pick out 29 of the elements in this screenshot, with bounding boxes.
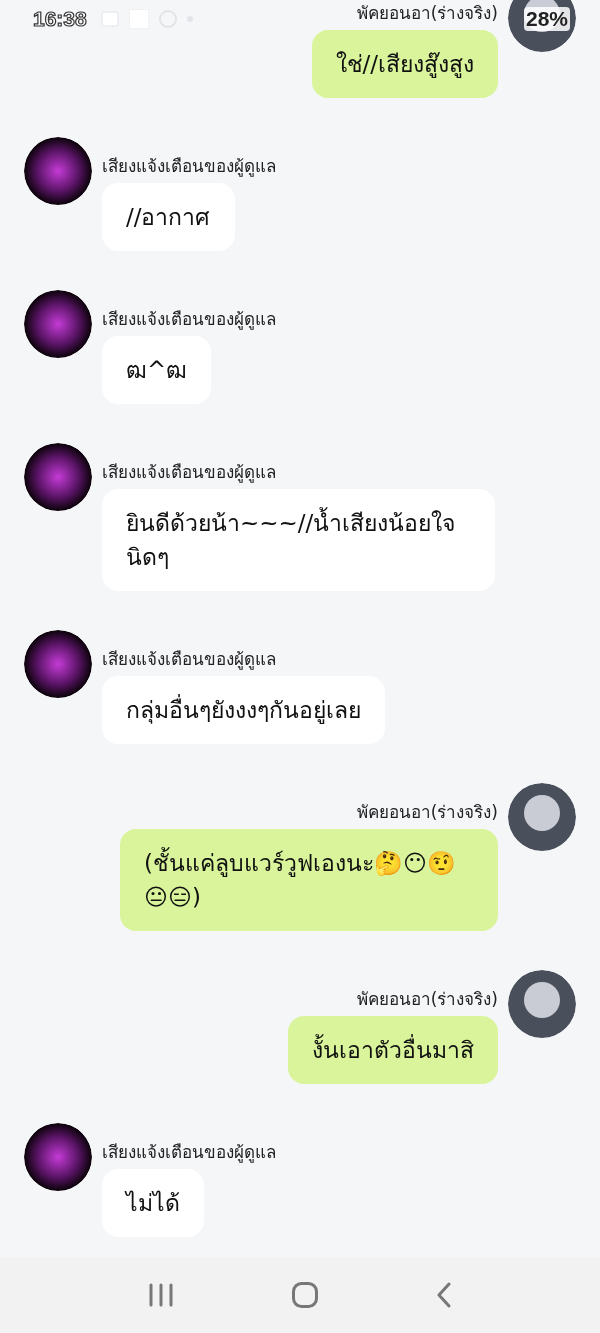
avatar[interactable] (508, 970, 576, 1038)
message-bubble: ใช่//เสียงสู๊งสูง (311, 30, 498, 98)
avatar[interactable] (24, 443, 92, 511)
avatar[interactable] (24, 290, 92, 358)
avatar[interactable] (24, 630, 92, 698)
sender-name: พัคยอนอา(ร่างจริง) (356, 801, 498, 824)
sender-name: เสียงแจ้งเตือนของผู้ดูแล (102, 308, 276, 332)
sender-name: เสียงแจ้งเตือนของผู้ดูแล (102, 155, 276, 179)
message-bubble: กลุ่มอื่นๆยังงงๆกันอยู่เลย (102, 676, 385, 744)
avatar[interactable] (24, 137, 92, 205)
recent-apps-icon[interactable] (148, 1283, 175, 1307)
message-bubble: ฒ^ฒ (102, 336, 212, 404)
battery-percent: 28% (523, 7, 570, 31)
message-bubble: ไม่ได้ (102, 1169, 204, 1237)
home-icon[interactable] (291, 1281, 319, 1309)
sender-name: พัคยอนอา(ร่างจริง) (356, 988, 498, 1011)
sender-name: เสียงแจ้งเตือนของผู้ดูแล (102, 1141, 276, 1165)
message-bubble: //อากาศ (102, 183, 235, 251)
status-time: 16:38 (33, 7, 87, 31)
image-icon (100, 11, 119, 27)
back-icon[interactable] (435, 1282, 452, 1308)
sender-name: เสียงแจ้งเตือนของผู้ดูแล (102, 648, 276, 672)
message-bubble: งั้นเอาตัวอื่นมาสิ (288, 1016, 498, 1084)
sender-name: พัคยอนอา(ร่างจริง) (356, 2, 498, 25)
avatar[interactable] (24, 1123, 92, 1191)
avatar[interactable] (508, 783, 576, 851)
message-bubble: (ชั้นแค่ลูบแวร์วูฟเองนะ🤔😶🤨😐😑) (120, 829, 498, 931)
message-bubble: ยินดีด้วยน้า~~~//น้ำเสียงน้อยใจนิดๆ (102, 489, 495, 591)
sender-name: เสียงแจ้งเตือนของผู้ดูแล (102, 461, 276, 485)
